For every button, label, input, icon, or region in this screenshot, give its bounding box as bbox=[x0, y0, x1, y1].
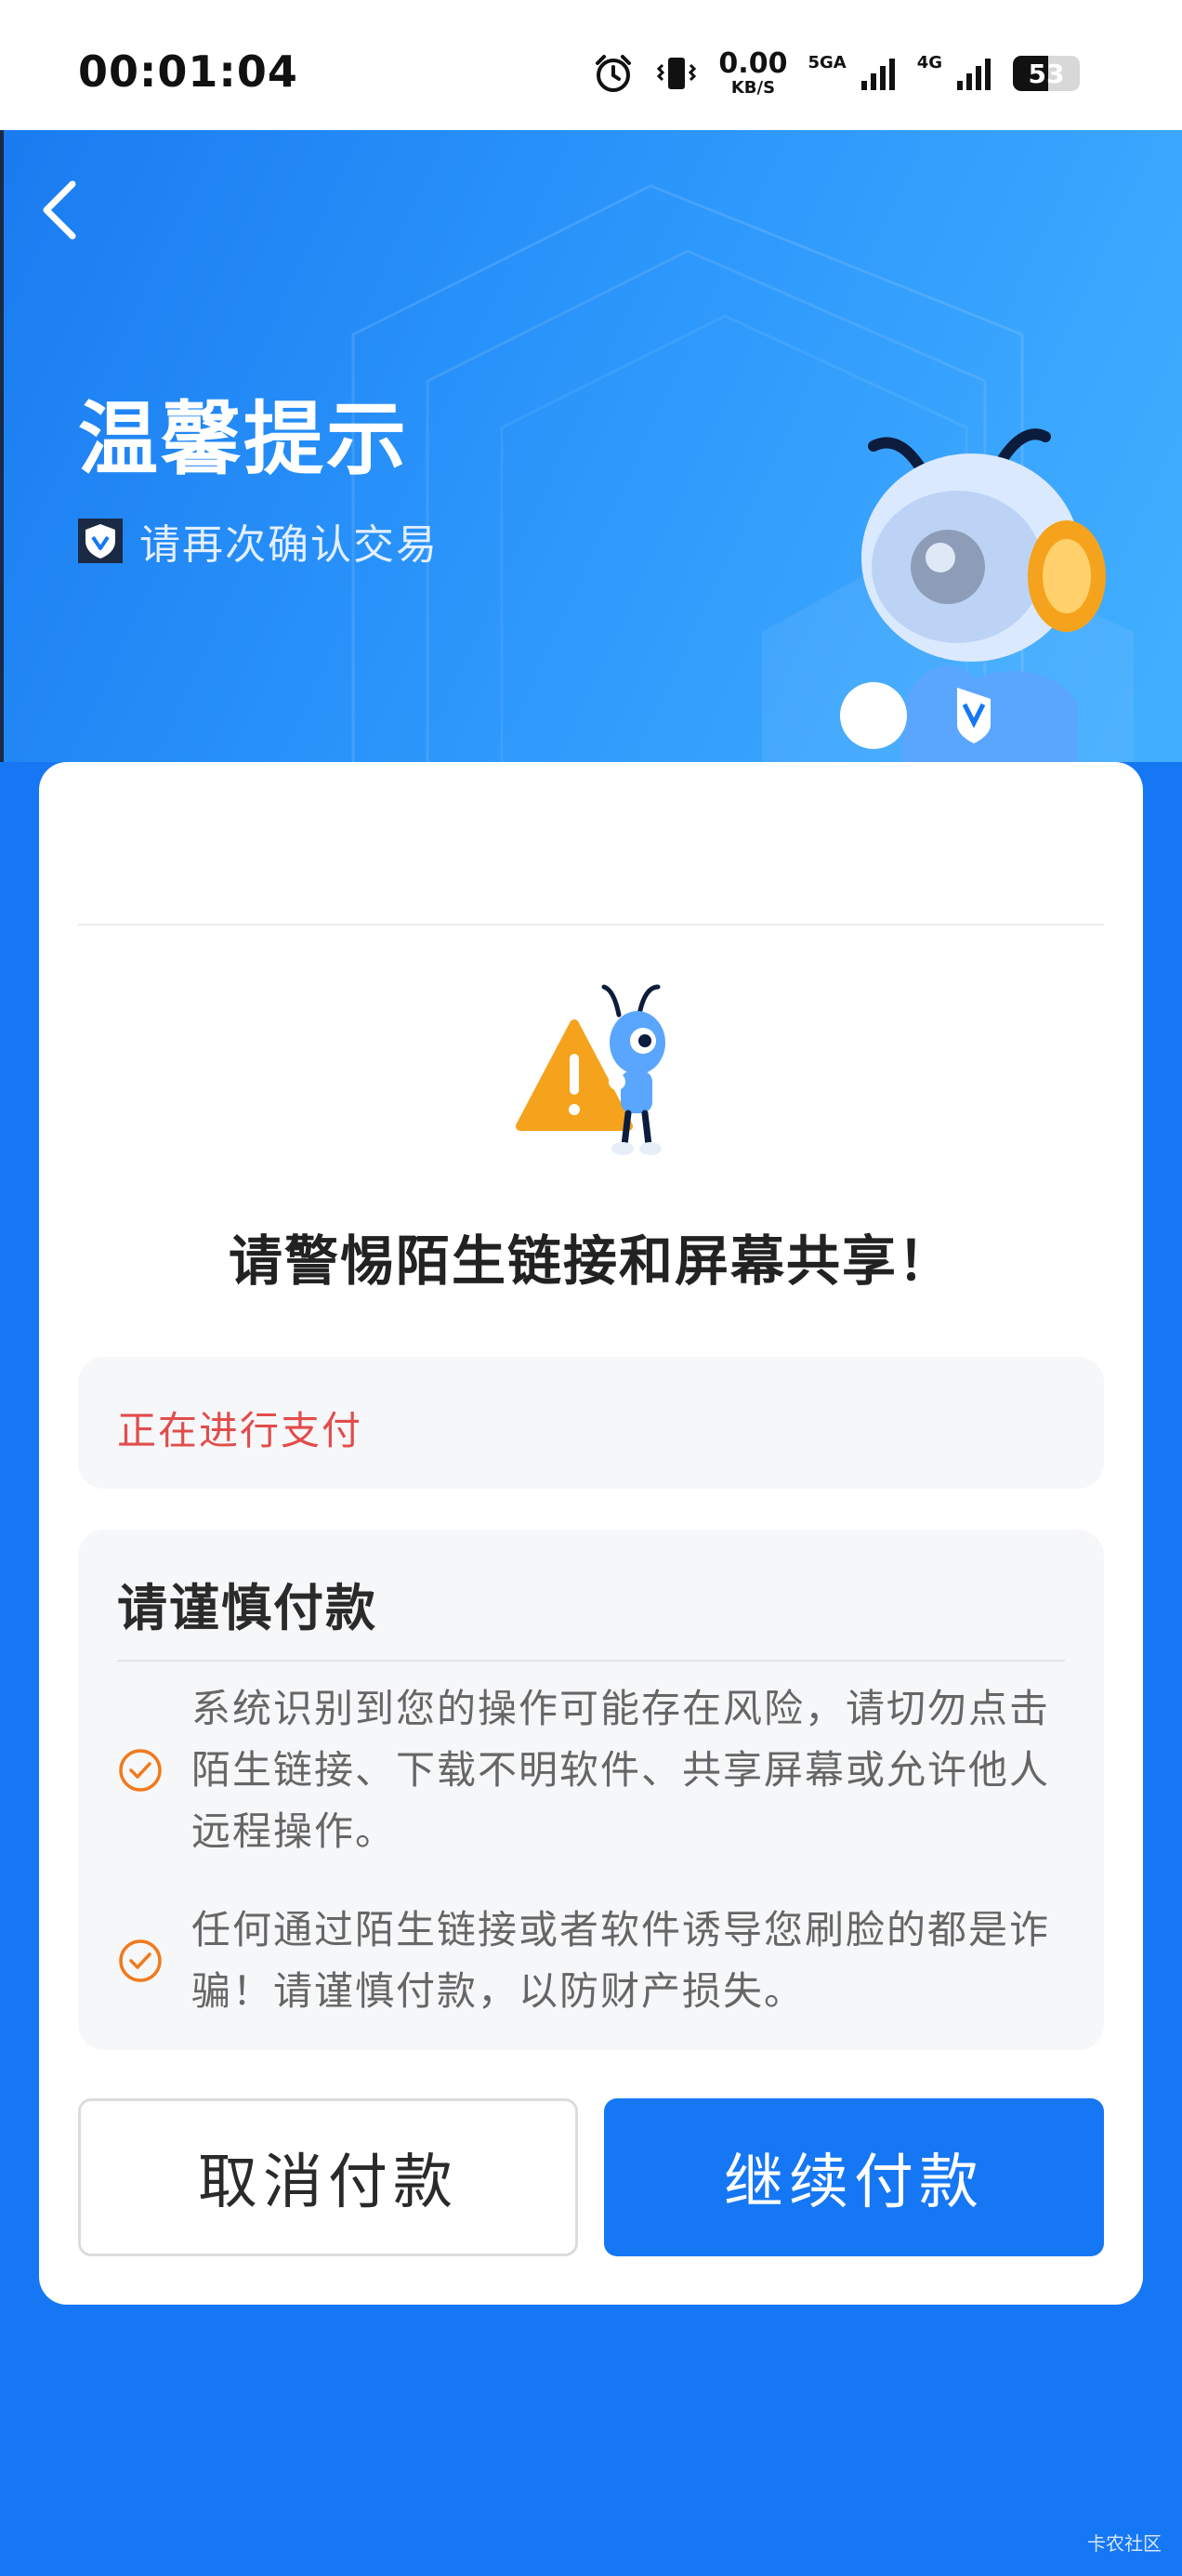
shield-icon bbox=[78, 519, 123, 563]
chevron-left-icon bbox=[43, 180, 76, 240]
net-speed: 0.00 KB/S bbox=[718, 50, 787, 97]
page-title: 温馨提示 bbox=[78, 393, 409, 486]
signal-5ga-icon bbox=[860, 59, 895, 90]
mascot-robot-illustration bbox=[840, 428, 1106, 762]
notice-divider bbox=[117, 1660, 1065, 1662]
notice-item-text: 系统识别到您的操作可能存在风险，请切勿点击陌生链接、下载不明软件、共享屏幕或允许… bbox=[191, 1686, 1051, 1854]
notice-title: 请谨慎付款 bbox=[117, 1579, 377, 1637]
notice-box: 请谨慎付款 系统识别到您的操作可能存在风险，请切勿点击陌生链接、下载不明软件、共… bbox=[78, 1530, 1104, 2050]
battery-level: 53 bbox=[1028, 58, 1065, 89]
payment-status-text: 正在进行支付 bbox=[117, 1408, 363, 1453]
status-bar: 00:01:04 0.00 KB/S 5GA 4G 53 bbox=[0, 0, 1182, 130]
net-speed-value: 0.00 bbox=[718, 47, 788, 80]
notice-item: 任何通过陌生链接或者软件诱导您刷脸的都是诈骗！请谨慎付款，以防财产损失。 bbox=[117, 1899, 1065, 2022]
warning-ant-illustration bbox=[516, 984, 665, 1155]
card-top-divider bbox=[78, 924, 1104, 926]
battery-icon: 53 bbox=[1013, 56, 1080, 91]
payment-status-box: 正在进行支付 bbox=[78, 1357, 1104, 1489]
confirm-dialog-card: 请警惕陌生链接和屏幕共享！ 正在进行支付 请谨慎付款 系统识别到您的操作可能存在… bbox=[39, 762, 1143, 2305]
continue-payment-button[interactable]: 继续付款 bbox=[604, 2098, 1104, 2256]
subtitle-text: 请再次确认交易 bbox=[139, 521, 439, 569]
notice-item-text: 任何通过陌生链接或者软件诱导您刷脸的都是诈骗！请谨慎付款，以防财产损失。 bbox=[191, 1907, 1051, 2014]
back-button[interactable] bbox=[33, 173, 85, 247]
page-subtitle: 请再次确认交易 bbox=[78, 511, 439, 571]
alarm-icon bbox=[596, 55, 632, 92]
hero-header: 温馨提示 请再次确认交易 bbox=[0, 130, 1182, 762]
check-circle-icon bbox=[119, 1939, 162, 1982]
check-circle-icon bbox=[119, 1749, 162, 1792]
watermark: 卡农社区 bbox=[1087, 2532, 1162, 2555]
vibrate-icon bbox=[657, 58, 697, 89]
signal-4g-icon bbox=[957, 59, 991, 90]
sim1-label: 5GA bbox=[808, 52, 847, 72]
status-time: 00:01:04 bbox=[78, 46, 298, 97]
warning-title: 请警惕陌生链接和屏幕共享！ bbox=[228, 1229, 953, 1293]
net-speed-unit: KB/S bbox=[730, 78, 776, 98]
status-icons: 0.00 KB/S 5GA 4G 53 bbox=[592, 50, 1080, 97]
cancel-payment-button[interactable]: 取消付款 bbox=[78, 2098, 578, 2256]
notice-item: 系统识别到您的操作可能存在风险，请切勿点击陌生链接、下载不明软件、共享屏幕或允许… bbox=[117, 1678, 1065, 1862]
sim2-label: 4G bbox=[916, 52, 942, 72]
